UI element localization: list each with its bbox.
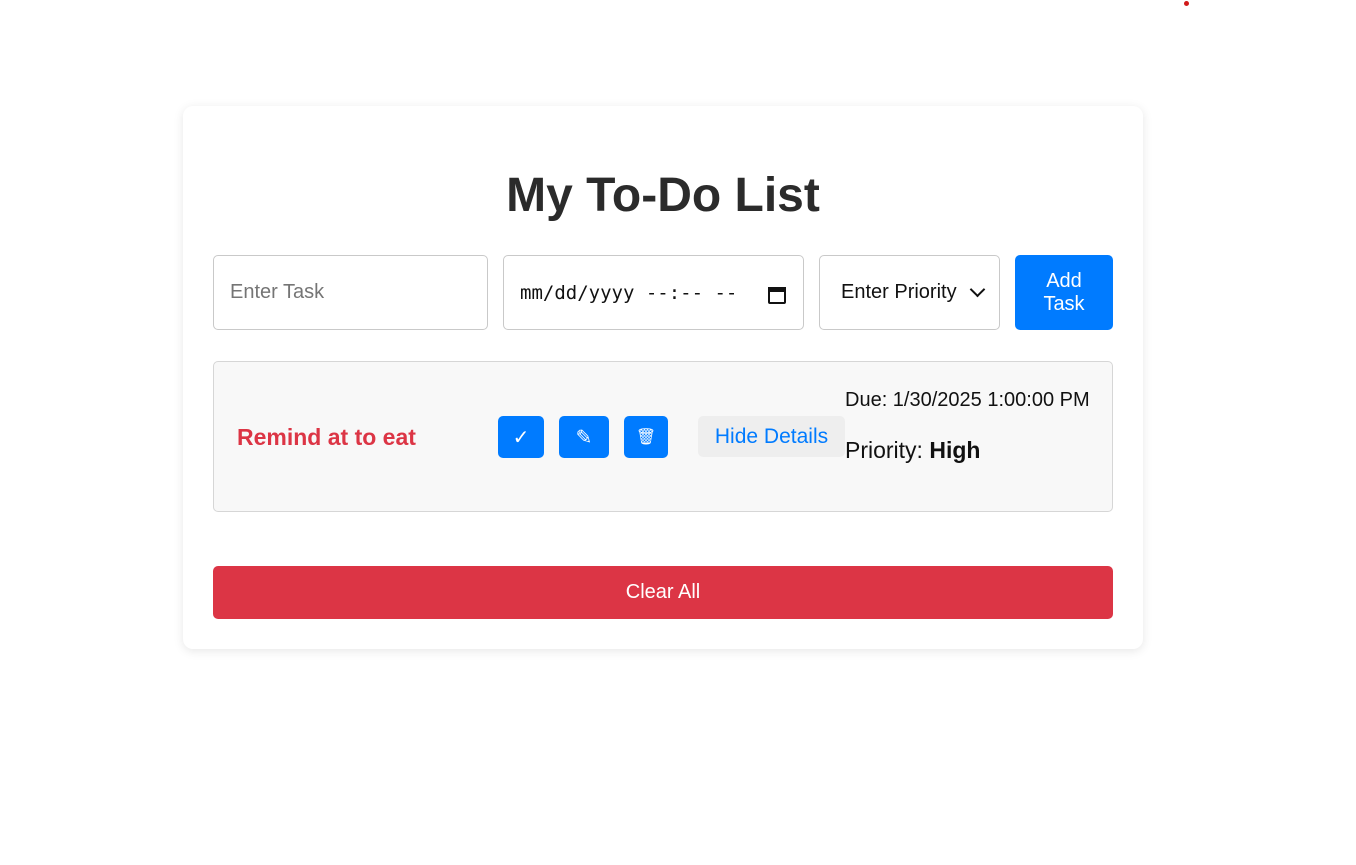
delete-button[interactable]: 🗑 xyxy=(624,416,668,458)
priority-text: Priority: High xyxy=(845,437,980,464)
page-title: My To-Do List xyxy=(506,169,820,222)
trash-icon: 🗑 xyxy=(635,429,657,446)
task-input[interactable]: Enter Task xyxy=(213,255,488,330)
due-date-placeholder: mm/dd/yyyy --:-- -- xyxy=(520,281,738,304)
calendar-icon[interactable] xyxy=(767,284,786,304)
task-input-placeholder: Enter Task xyxy=(230,281,325,303)
chevron-down-icon xyxy=(969,281,986,298)
edit-button[interactable]: ✎ xyxy=(559,416,609,458)
todo-card: My To-Do List Enter Task mm/dd/yyyy --:-… xyxy=(183,106,1143,649)
complete-button[interactable]: ✓ xyxy=(498,416,544,458)
due-date-input[interactable]: mm/dd/yyyy --:-- -- xyxy=(503,255,804,330)
due-date-text: Due: 1/30/2025 1:00:00 PM xyxy=(845,389,1090,411)
check-icon: ✓ xyxy=(512,426,530,449)
priority-label: Priority: xyxy=(845,437,930,463)
status-dot xyxy=(1184,1,1189,6)
hide-details-button[interactable]: Hide Details xyxy=(698,416,845,457)
add-task-button[interactable]: Add Task xyxy=(1015,255,1113,330)
priority-select[interactable]: Enter Priority xyxy=(819,255,1000,330)
task-item: Remind at to eat ✓ ✎ 🗑 Hide Details Due:… xyxy=(213,361,1113,512)
priority-select-value: Enter Priority xyxy=(841,281,957,303)
pencil-icon: ✎ xyxy=(575,426,593,449)
priority-value: High xyxy=(929,437,981,463)
clear-all-button[interactable]: Clear All xyxy=(213,566,1113,619)
task-name: Remind at to eat xyxy=(237,424,416,450)
